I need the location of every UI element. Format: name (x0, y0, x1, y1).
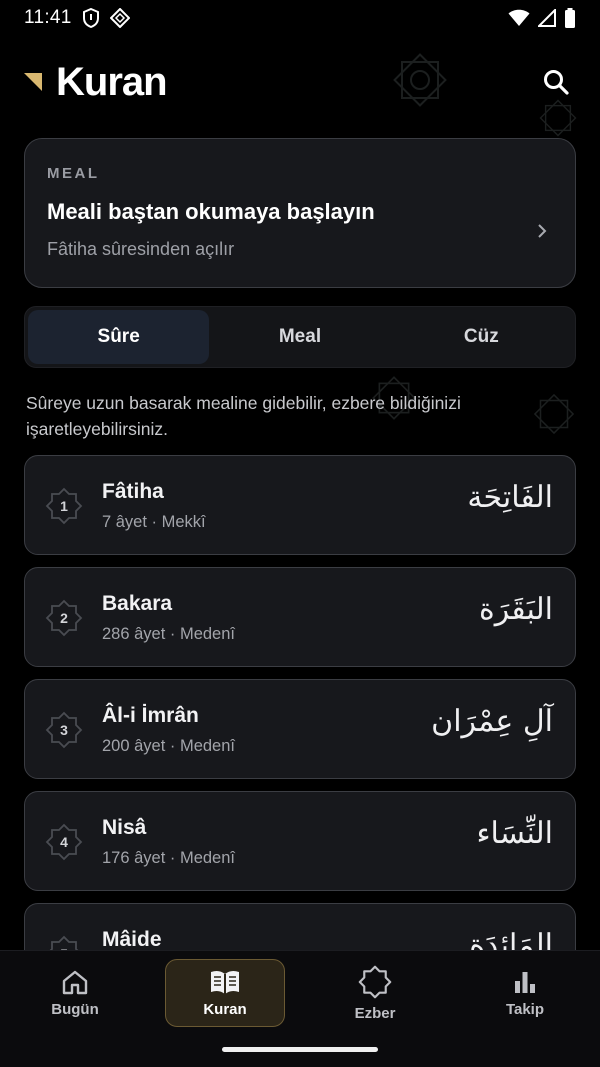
meal-start-card[interactable]: MEAL Meali baştan okumaya başlayın Fâtih… (24, 138, 576, 288)
search-button[interactable] (536, 62, 576, 102)
wifi-icon (508, 9, 530, 26)
shield-icon (82, 8, 99, 28)
nav-item-kuran[interactable]: Kuran (165, 959, 285, 1027)
list-item[interactable]: 5 Mâide المَائِدَة (24, 903, 576, 950)
list-item[interactable]: 3 Âl-i İmrân 200 âyet · Medenî آلِ عِمْر… (24, 679, 576, 779)
surah-number: 5 (45, 935, 83, 950)
meal-kicker: MEAL (47, 165, 100, 182)
surah-number-badge: 4 (45, 823, 83, 861)
chart-icon (515, 971, 535, 993)
home-indicator[interactable] (222, 1047, 378, 1052)
tab-bar: Sûre Meal Cüz (24, 306, 576, 368)
surah-number: 2 (60, 610, 68, 626)
cellular-signal-icon (538, 9, 556, 27)
home-icon (62, 970, 88, 994)
surah-meta: 286 âyet · Medenî (102, 625, 235, 643)
star-icon (358, 965, 392, 998)
surah-number: 4 (60, 834, 68, 850)
status-bar: 11:41 (0, 0, 600, 36)
meal-card-title: Meali baştan okumaya başlayın (47, 199, 375, 224)
surah-meta: 7 âyet · Mekkî (102, 513, 206, 531)
surah-number: 3 (60, 722, 68, 738)
surah-meta: 200 âyet · Medenî (102, 737, 235, 755)
surah-arabic-name: النِّسَاء (476, 816, 553, 851)
logo-icon (24, 73, 42, 91)
nav-item-takip[interactable]: Takip (465, 959, 585, 1027)
nav-label: Ezber (354, 1004, 396, 1022)
surah-arabic-name: آلِ عِمْرَان (431, 704, 553, 739)
surah-number-badge: 5 (45, 935, 83, 950)
surah-number-badge: 1 (45, 487, 83, 525)
surah-name: Mâide (102, 928, 162, 950)
tab-cuz[interactable]: Cüz (391, 310, 572, 364)
surah-name: Fâtiha (102, 480, 164, 503)
vpn-key-icon (109, 8, 130, 28)
nav-label: Kuran (203, 1000, 247, 1018)
surah-arabic-name: البَقَرَة (479, 592, 553, 627)
tab-sure[interactable]: Sûre (28, 310, 210, 364)
surah-name: Nisâ (102, 816, 147, 839)
list-item[interactable]: 4 Nisâ 176 âyet · Medenî النِّسَاء (24, 791, 576, 891)
app-title: Kuran (56, 59, 168, 104)
surah-name: Âl-i İmrân (102, 704, 199, 727)
surah-arabic-name: المَائِدَة (469, 928, 553, 950)
surah-meta: 176 âyet · Medenî (102, 849, 235, 867)
chevron-right-icon (538, 224, 547, 238)
surah-number-badge: 2 (45, 599, 83, 637)
search-icon (544, 70, 569, 95)
battery-icon (565, 8, 575, 28)
surah-name: Bakara (102, 592, 173, 615)
surah-arabic-name: الفَاتِحَة (467, 480, 553, 515)
surah-list: 1 Fâtiha 7 âyet · Mekkî الفَاتِحَة 2 Bak… (24, 455, 576, 950)
meal-card-subtitle: Fâtiha sûresinden açılır (47, 239, 235, 259)
surah-number-badge: 3 (45, 711, 83, 749)
nav-label: Bugün (51, 1000, 99, 1018)
list-item[interactable]: 2 Bakara 286 âyet · Medenî البَقَرَة (24, 567, 576, 667)
nav-item-ezber[interactable]: Ezber (315, 959, 435, 1027)
nav-label: Takip (505, 1000, 545, 1018)
surah-number: 1 (60, 498, 68, 514)
nav-item-bugun[interactable]: Bugün (15, 959, 135, 1027)
tab-meal[interactable]: Meal (209, 310, 390, 364)
list-item[interactable]: 1 Fâtiha 7 âyet · Mekkî الفَاتِحَة (24, 455, 576, 555)
status-time: 11:41 (24, 7, 72, 28)
book-icon (211, 970, 239, 994)
hint-text: Sûreye uzun basarak mealine gidebilir, e… (26, 393, 461, 439)
app-header: Kuran (24, 56, 576, 108)
